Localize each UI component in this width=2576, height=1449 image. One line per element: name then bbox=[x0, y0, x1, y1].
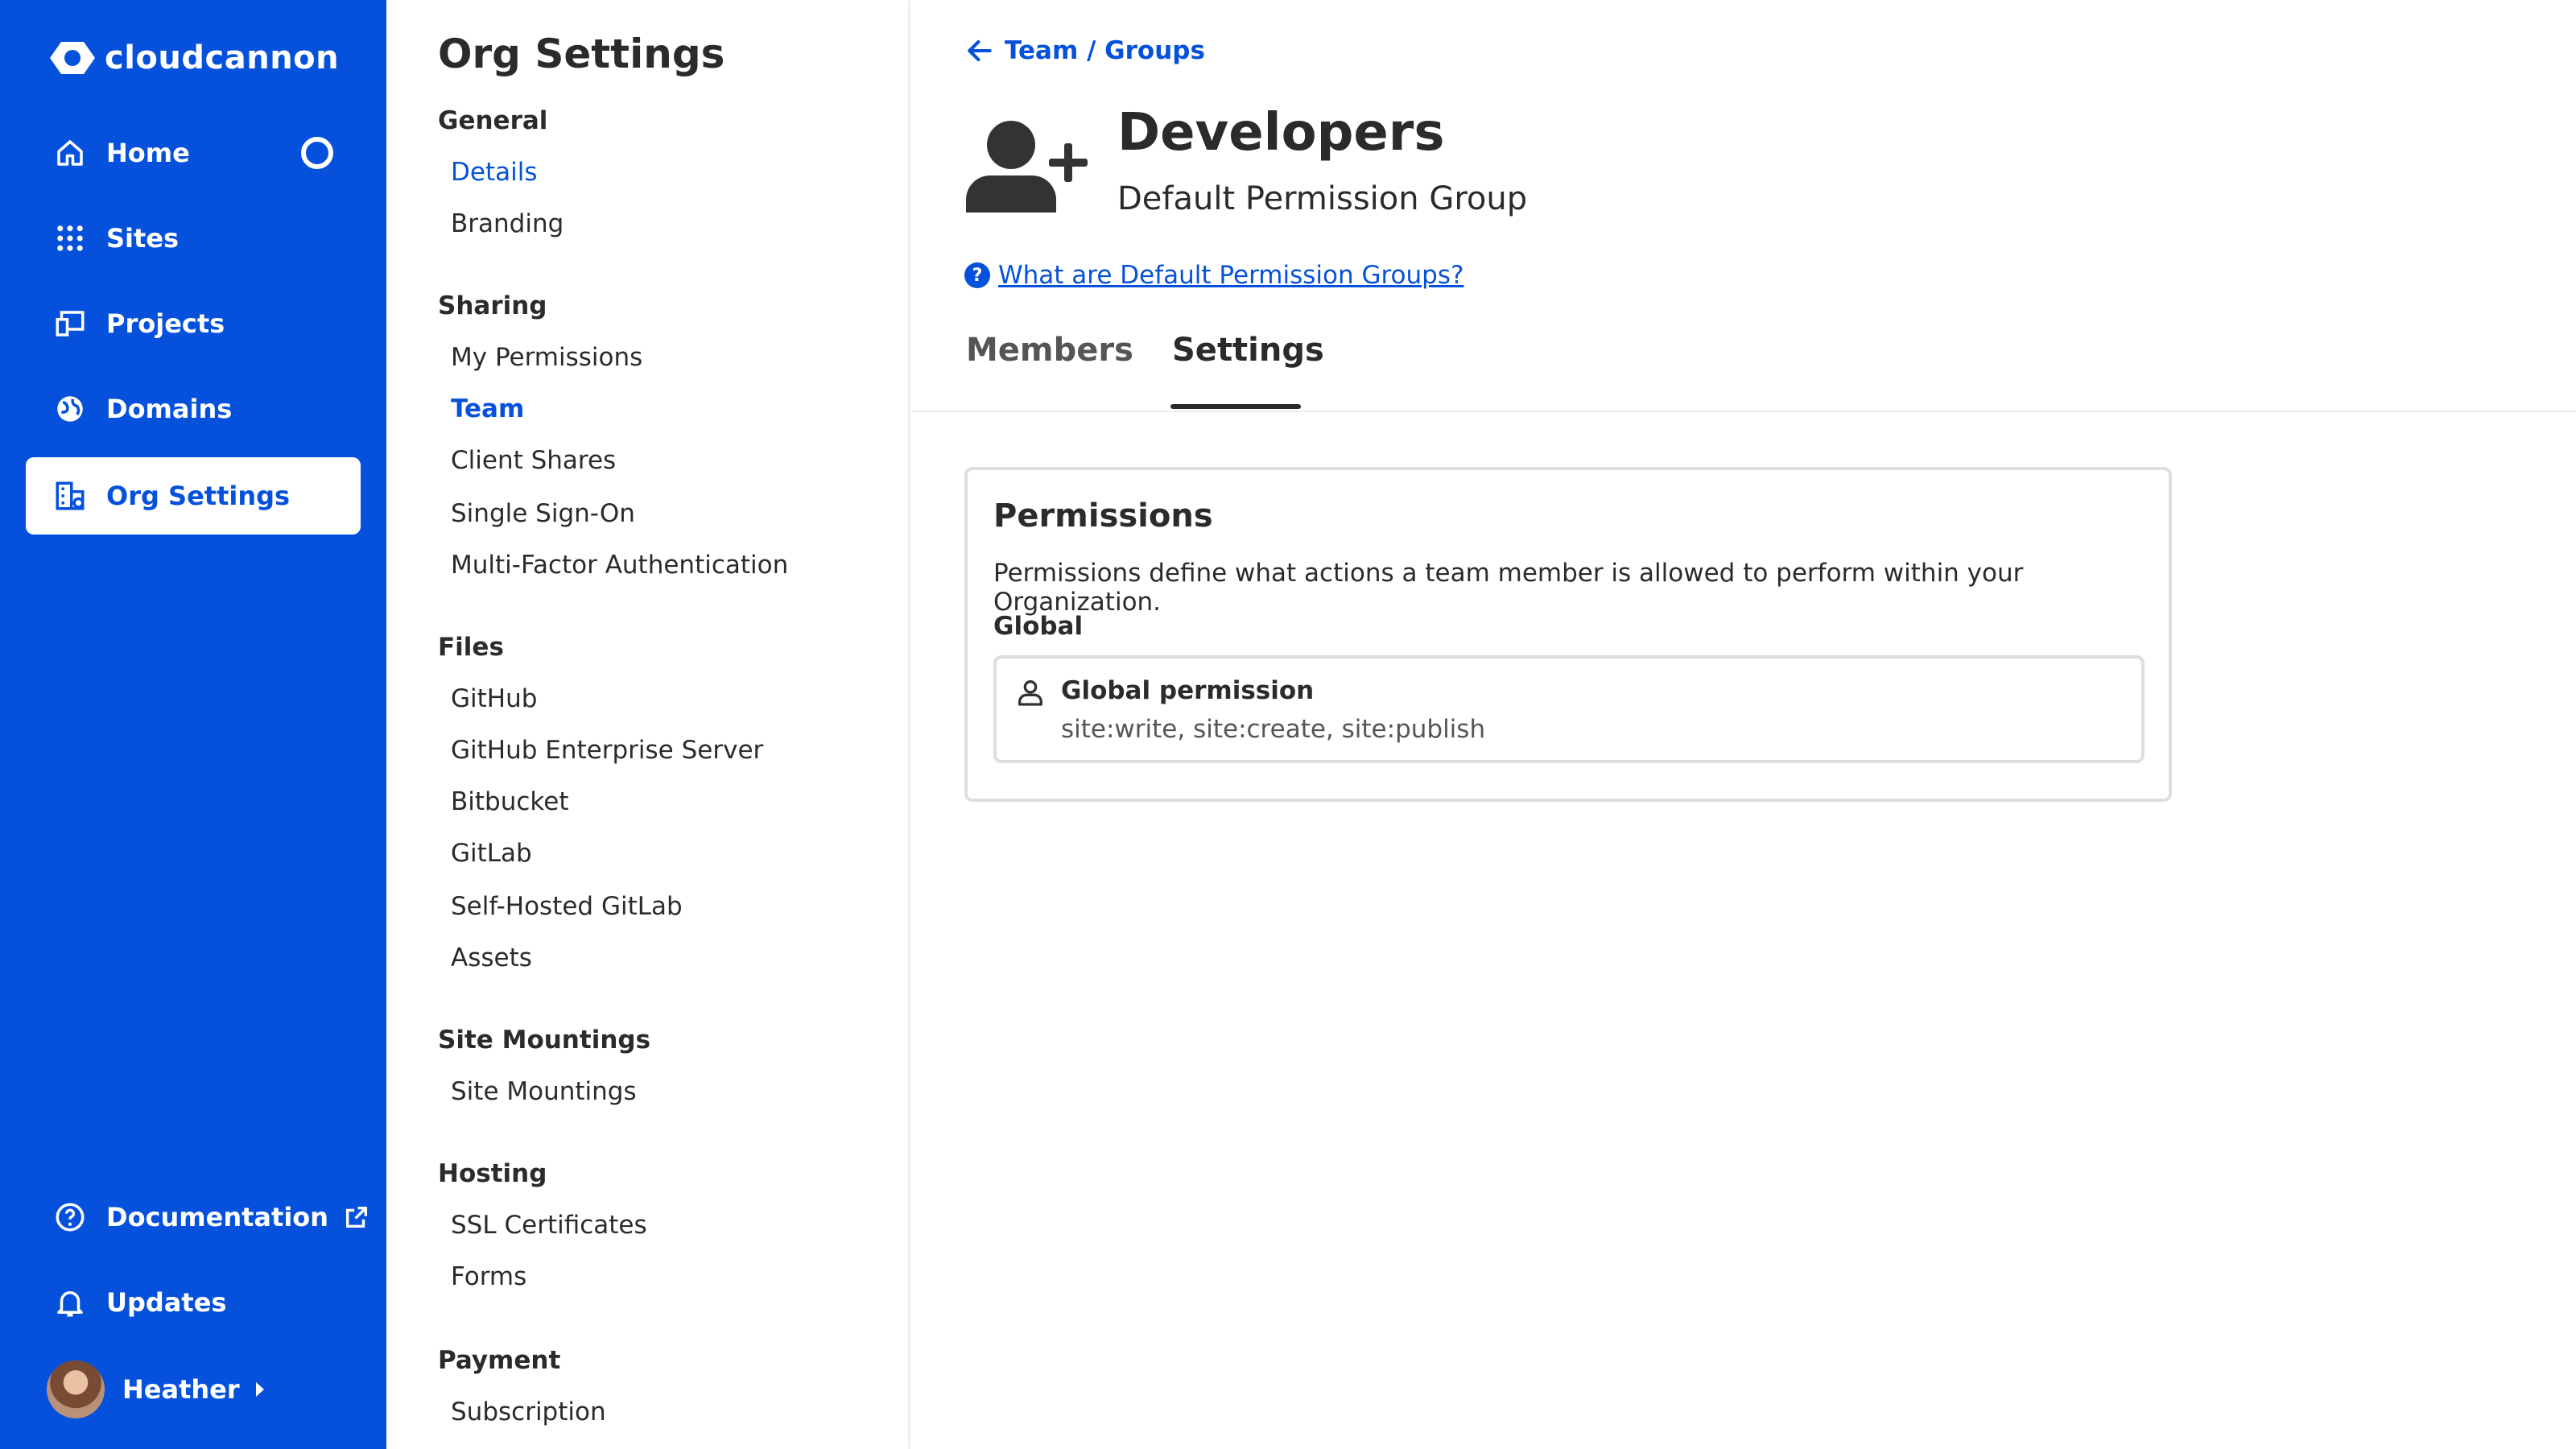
menu-section-sharing: Sharing bbox=[438, 291, 547, 320]
arrow-left-icon bbox=[968, 39, 992, 62]
permission-scopes: site:write, site:create, site:publish bbox=[1061, 715, 1486, 744]
menu-item-github[interactable]: GitHub bbox=[451, 684, 537, 713]
menu-item-gitlab[interactable]: GitLab bbox=[451, 839, 532, 868]
nav-item-documentation[interactable]: Documentation bbox=[26, 1179, 368, 1256]
menu-item-site-mountings[interactable]: Site Mountings bbox=[451, 1077, 637, 1106]
main-navigation: cloudcannon Home Sites Projects Domains … bbox=[0, 0, 386, 1449]
menu-item-client-shares[interactable]: Client Shares bbox=[451, 446, 616, 475]
menu-item-ssl-certificates[interactable]: SSL Certificates bbox=[451, 1211, 647, 1240]
nav-item-sites[interactable]: Sites bbox=[26, 200, 361, 277]
menu-section-site-mountings: Site Mountings bbox=[438, 1026, 651, 1055]
question-icon: ? bbox=[964, 262, 990, 288]
group-subtitle: Default Permission Group bbox=[1117, 180, 1528, 217]
nav-item-label: Updates bbox=[106, 1287, 227, 1318]
active-tab-indicator bbox=[1170, 404, 1301, 409]
nav-item-projects[interactable]: Projects bbox=[26, 285, 361, 362]
permission-name: Global permission bbox=[1061, 676, 1315, 705]
menu-item-branding[interactable]: Branding bbox=[451, 209, 564, 238]
nav-item-label: Domains bbox=[106, 394, 233, 424]
grid-dots-icon bbox=[57, 225, 83, 251]
menu-item-subscription[interactable]: Subscription bbox=[451, 1397, 606, 1426]
help-link-label: What are Default Permission Groups? bbox=[998, 261, 1464, 290]
menu-item-single-sign-on[interactable]: Single Sign-On bbox=[451, 499, 635, 528]
menu-item-team[interactable]: Team bbox=[451, 394, 524, 423]
menu-item-forms[interactable]: Forms bbox=[451, 1262, 526, 1291]
permissions-card: Permissions Permissions define what acti… bbox=[964, 467, 2172, 802]
user-name: Heather bbox=[122, 1374, 240, 1405]
breadcrumb-label: Team / Groups bbox=[1005, 36, 1205, 65]
menu-item-assets[interactable]: Assets bbox=[451, 943, 532, 972]
nav-item-label: Documentation bbox=[106, 1202, 329, 1232]
status-ring-icon bbox=[301, 137, 333, 169]
globe-icon bbox=[57, 396, 83, 422]
menu-item-bitbucket[interactable]: Bitbucket bbox=[451, 787, 568, 816]
bell-icon bbox=[57, 1291, 83, 1317]
help-link[interactable]: ? What are Default Permission Groups? bbox=[964, 261, 1463, 290]
user-plus-icon bbox=[966, 121, 1088, 213]
permissions-description: Permissions define what actions a team m… bbox=[993, 559, 2024, 617]
tab-members[interactable]: Members bbox=[966, 332, 1133, 369]
menu-section-payment: Payment bbox=[438, 1346, 561, 1375]
menu-section-hosting: Hosting bbox=[438, 1159, 547, 1188]
nav-item-org-settings[interactable]: Org Settings bbox=[26, 457, 361, 535]
cloudcannon-logo[interactable]: cloudcannon bbox=[45, 35, 339, 80]
tab-settings[interactable]: Settings bbox=[1172, 332, 1324, 369]
caret-right-icon bbox=[255, 1382, 264, 1397]
global-permission-entry[interactable]: Global permission site:write, site:creat… bbox=[993, 655, 2145, 763]
nav-item-updates[interactable]: Updates bbox=[26, 1264, 361, 1341]
building-icon bbox=[56, 481, 85, 510]
group-title: Developers bbox=[1117, 103, 1445, 163]
help-circle-icon bbox=[56, 1203, 85, 1232]
nav-item-label: Home bbox=[106, 138, 190, 168]
home-icon bbox=[57, 140, 83, 166]
menu-item-mfa[interactable]: Multi-Factor Authentication bbox=[451, 551, 788, 580]
menu-item-github-enterprise[interactable]: GitHub Enterprise Server bbox=[451, 736, 763, 765]
nav-item-domains[interactable]: Domains bbox=[26, 370, 361, 448]
org-settings-menu: Org Settings General Details Branding Sh… bbox=[386, 0, 910, 1449]
group-header: Team / Groups Developers Default Permiss… bbox=[911, 0, 2576, 412]
permissions-title: Permissions bbox=[993, 497, 1213, 535]
brand-name: cloudcannon bbox=[105, 39, 340, 76]
nav-item-label: Sites bbox=[106, 223, 180, 254]
user-menu[interactable]: Heather bbox=[47, 1360, 264, 1418]
main-content: Team / Groups Developers Default Permiss… bbox=[911, 0, 2576, 1449]
menu-item-details[interactable]: Details bbox=[451, 158, 537, 187]
nav-item-label: Org Settings bbox=[106, 481, 291, 511]
menu-item-self-hosted-gitlab[interactable]: Self-Hosted GitLab bbox=[451, 892, 683, 921]
menu-item-my-permissions[interactable]: My Permissions bbox=[451, 343, 642, 372]
nav-item-home[interactable]: Home bbox=[26, 114, 361, 192]
permissions-scope-label: Global bbox=[993, 612, 1084, 641]
nav-item-label: Projects bbox=[106, 308, 225, 339]
cloudcannon-logo-icon bbox=[50, 42, 95, 74]
menu-section-general: General bbox=[438, 106, 548, 135]
external-link-icon bbox=[346, 1206, 368, 1228]
devices-icon bbox=[56, 311, 85, 336]
avatar bbox=[47, 1360, 105, 1418]
breadcrumb[interactable]: Team / Groups bbox=[964, 35, 1205, 66]
page-title: Org Settings bbox=[438, 31, 725, 77]
menu-section-files: Files bbox=[438, 633, 504, 662]
user-icon bbox=[1018, 680, 1042, 706]
